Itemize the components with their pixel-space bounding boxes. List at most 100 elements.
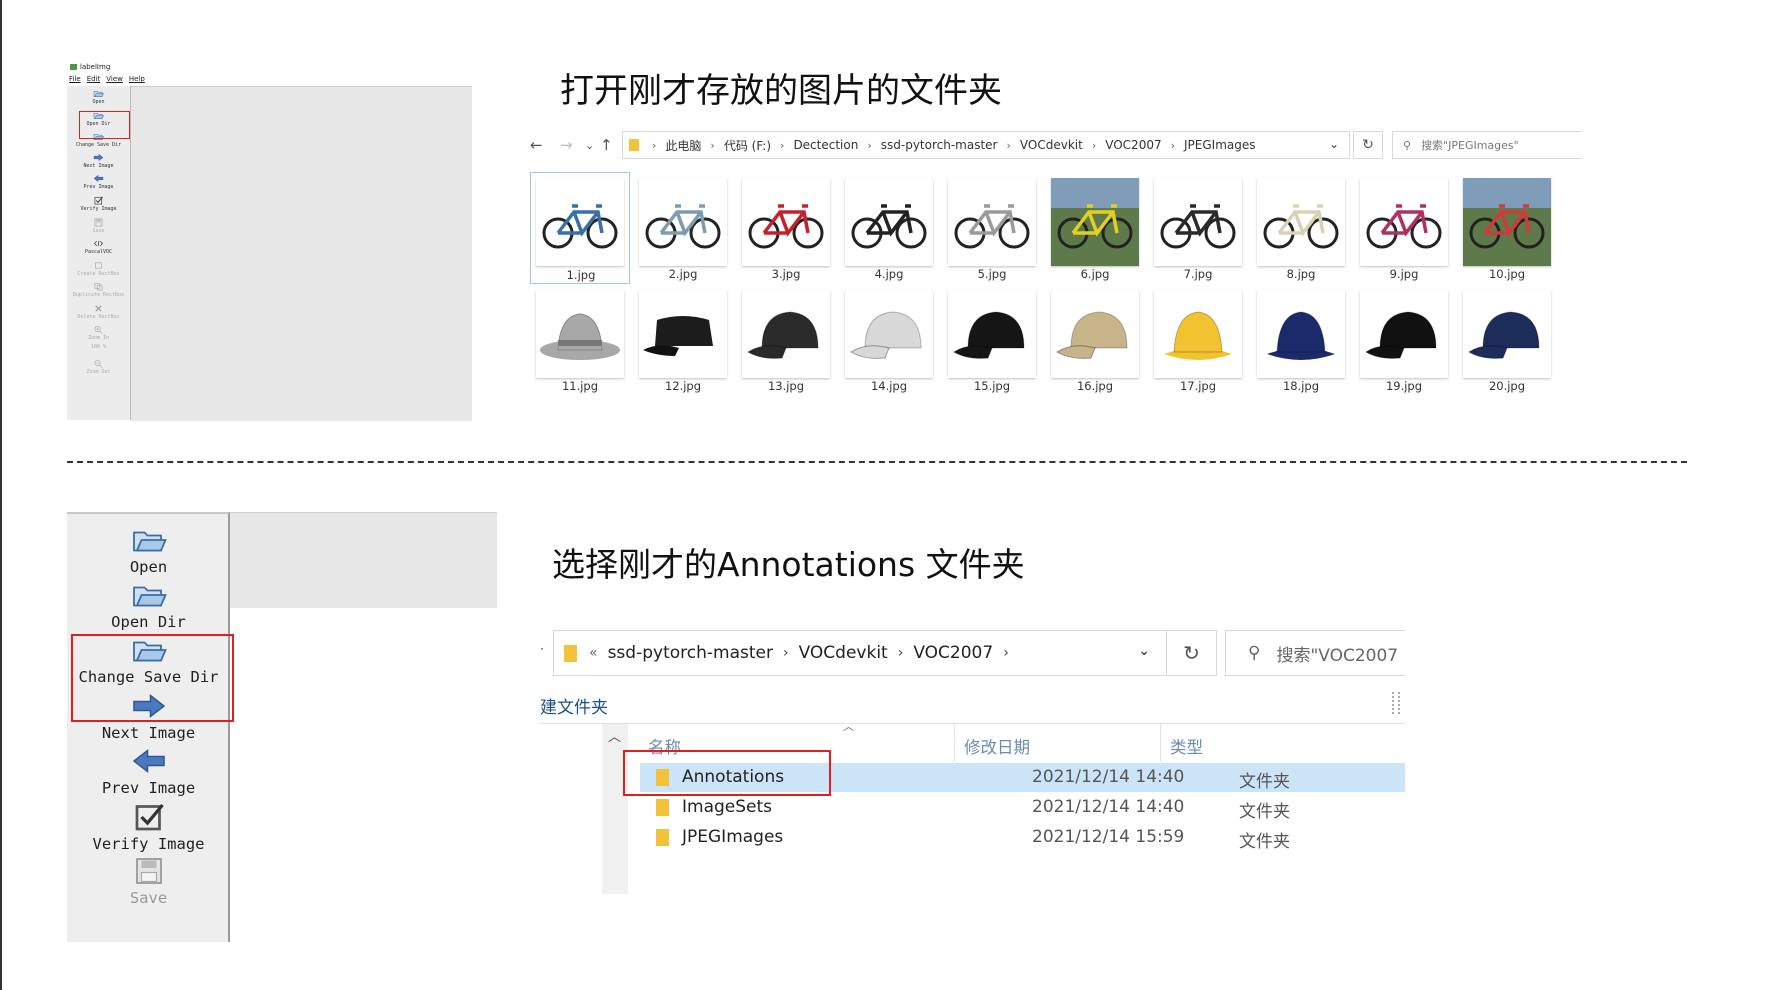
file-thumbnail[interactable]: 18.jpg	[1251, 284, 1351, 396]
tool-label: Zoom In	[87, 335, 110, 341]
tool-label: Prev Image	[83, 184, 114, 190]
up-arrow-icon[interactable]: ↑	[600, 136, 613, 154]
menu-help[interactable]: Help	[129, 75, 145, 83]
tool-zoom-in[interactable]: Zoom In	[67, 325, 130, 341]
thumbnail-image	[536, 178, 624, 266]
scroll-up-icon[interactable]: ︿	[608, 726, 621, 745]
breadcrumb-jpegimages[interactable]: JPEGImages	[1184, 138, 1256, 152]
search-box-1[interactable]: ⚲ 搜索"JPEGImages"	[1392, 131, 1582, 159]
tool-prev-image[interactable]: Prev Image	[67, 745, 230, 797]
tool-label: Save	[92, 228, 105, 234]
tool-zoom-out[interactable]: Zoom Out	[67, 359, 130, 375]
file-thumbnail[interactable]: 5.jpg	[942, 172, 1042, 284]
thumbnail-caption: 11.jpg	[561, 379, 599, 393]
file-thumbnail[interactable]: 19.jpg	[1354, 284, 1454, 396]
folder-open-icon	[67, 579, 230, 611]
tool-save[interactable]: Save	[67, 855, 230, 907]
file-thumbnail[interactable]: 8.jpg	[1251, 172, 1351, 284]
file-thumbnail[interactable]: 12.jpg	[633, 284, 733, 396]
tool-create-rectbox[interactable]: Create RectBox	[67, 261, 130, 277]
tool-label: Delete RectBox	[77, 314, 120, 320]
file-thumbnail[interactable]: 17.jpg	[1148, 284, 1248, 396]
thumbnail-image	[1154, 290, 1242, 378]
thumbnail-image	[1051, 178, 1139, 266]
tool-verify-image[interactable]: Verify Image	[67, 196, 130, 212]
file-thumbnail[interactable]: 20.jpg	[1457, 284, 1557, 396]
refresh-button[interactable]: ↻	[1353, 131, 1383, 159]
breadcrumb-drive-f[interactable]: 代码 (F:)	[724, 137, 771, 154]
labelimg-canvas-large[interactable]	[230, 512, 497, 608]
menu-file[interactable]: File	[69, 75, 81, 83]
menu-view[interactable]: View	[106, 75, 123, 83]
thumbnail-caption: 4.jpg	[874, 267, 904, 281]
tool-delete-rectbox[interactable]: Delete RectBox	[67, 304, 130, 320]
labelimg-canvas-small[interactable]	[131, 86, 472, 421]
tool-label: Verify Image	[92, 835, 205, 853]
file-thumbnail[interactable]: 14.jpg	[839, 284, 939, 396]
tool-save[interactable]: Save	[67, 218, 130, 234]
file-thumbnail[interactable]: 10.jpg	[1457, 172, 1557, 284]
forward-arrow-icon[interactable]: →	[560, 136, 573, 154]
breadcrumb-voc2007[interactable]: VOC2007	[1105, 138, 1161, 152]
tool-next-image[interactable]: Next Image	[67, 153, 130, 169]
address-path-2[interactable]: « ssd-pytorch-master › VOCdevkit › VOC20…	[553, 630, 1167, 676]
labelimg-toolbar-large: Open Open Dir Change Save Dir Next Image Pre…	[67, 512, 230, 942]
chevron-down-icon[interactable]: ⌄	[1329, 137, 1339, 151]
menu-edit[interactable]: Edit	[87, 75, 101, 83]
thumbnail-caption: 9.jpg	[1389, 267, 1419, 281]
tool-open[interactable]: Open	[67, 524, 230, 576]
thumbnail-caption: 13.jpg	[767, 379, 805, 393]
thumbnail-caption: 1.jpg	[566, 268, 596, 282]
toolbar-grip-icon	[1392, 692, 1400, 714]
labelimg-title: labelImg	[80, 63, 111, 71]
file-thumbnail[interactable]: 7.jpg	[1148, 172, 1248, 284]
file-row-imagesets[interactable]: ImageSets 2021/12/14 14:40 文件夹	[640, 793, 1405, 822]
breadcrumb-vocdevkit[interactable]: VOCdevkit	[799, 643, 888, 663]
file-thumbnail[interactable]: 6.jpg	[1045, 172, 1145, 284]
search-box-2[interactable]: ⚲ 搜索"VOC2007	[1225, 630, 1405, 676]
overflow-chevrons[interactable]: «	[589, 645, 598, 661]
column-separator[interactable]	[1160, 724, 1161, 762]
rect-icon	[67, 261, 130, 270]
file-thumbnail[interactable]: 9.jpg	[1354, 172, 1454, 284]
file-thumbnail[interactable]: 11.jpg	[530, 284, 630, 396]
dashed-divider	[67, 461, 1687, 463]
tool-open-dir[interactable]: Open Dir	[67, 579, 230, 631]
chevron-down-icon[interactable]: ⌄	[1138, 643, 1150, 659]
back-arrow-icon[interactable]: ←	[530, 136, 543, 154]
file-thumbnail[interactable]: 15.jpg	[942, 284, 1042, 396]
file-type: 文件夹	[1239, 772, 1290, 792]
tool-pascalvoc[interactable]: PascalVOC	[67, 239, 130, 255]
search-icon: ⚲	[1403, 138, 1412, 152]
file-thumbnail[interactable]: 2.jpg	[633, 172, 733, 284]
file-thumbnail[interactable]: 1.jpg	[530, 172, 630, 284]
address-path-1[interactable]: › 此电脑 › 代码 (F:) › Dectection › ssd-pytor…	[622, 131, 1350, 159]
refresh-button[interactable]: ↻	[1167, 630, 1217, 676]
file-thumbnail[interactable]: 4.jpg	[839, 172, 939, 284]
tool-prev-image[interactable]: Prev Image	[67, 174, 130, 190]
new-folder-button[interactable]: 建文件夹	[540, 693, 608, 718]
breadcrumb-ssd-pytorch-master[interactable]: ssd-pytorch-master	[608, 643, 773, 663]
recent-chevron-icon[interactable]: ⌄	[585, 139, 594, 152]
tool-open[interactable]: Open	[67, 89, 130, 105]
thumbnail-image	[845, 178, 933, 266]
column-separator[interactable]	[954, 724, 955, 762]
breadcrumb-vocdevkit[interactable]: VOCdevkit	[1020, 138, 1083, 152]
tool-label: Zoom Out	[86, 369, 111, 375]
folder-icon	[629, 139, 639, 151]
tool-verify-image[interactable]: Verify Image	[67, 801, 230, 853]
breadcrumb-dectection[interactable]: Dectection	[793, 138, 858, 152]
tool-duplicate-rectbox[interactable]: Duplicate RectBox	[67, 282, 130, 298]
open-dir-highlight	[79, 111, 130, 139]
breadcrumb-this-pc[interactable]: 此电脑	[665, 137, 701, 154]
column-header-date[interactable]: 修改日期	[964, 734, 1030, 758]
tool-100[interactable]: 100 %	[67, 344, 130, 350]
file-thumbnail[interactable]: 13.jpg	[736, 284, 836, 396]
breadcrumb-voc2007[interactable]: VOC2007	[913, 643, 993, 663]
column-header-type[interactable]: 类型	[1170, 734, 1203, 758]
tool-label: Open	[92, 99, 105, 105]
file-thumbnail[interactable]: 3.jpg	[736, 172, 836, 284]
breadcrumb-ssd-pytorch-master[interactable]: ssd-pytorch-master	[881, 138, 998, 152]
file-row-jpegimages[interactable]: JPEGImages 2021/12/14 15:59 文件夹	[640, 823, 1405, 852]
file-thumbnail[interactable]: 16.jpg	[1045, 284, 1145, 396]
